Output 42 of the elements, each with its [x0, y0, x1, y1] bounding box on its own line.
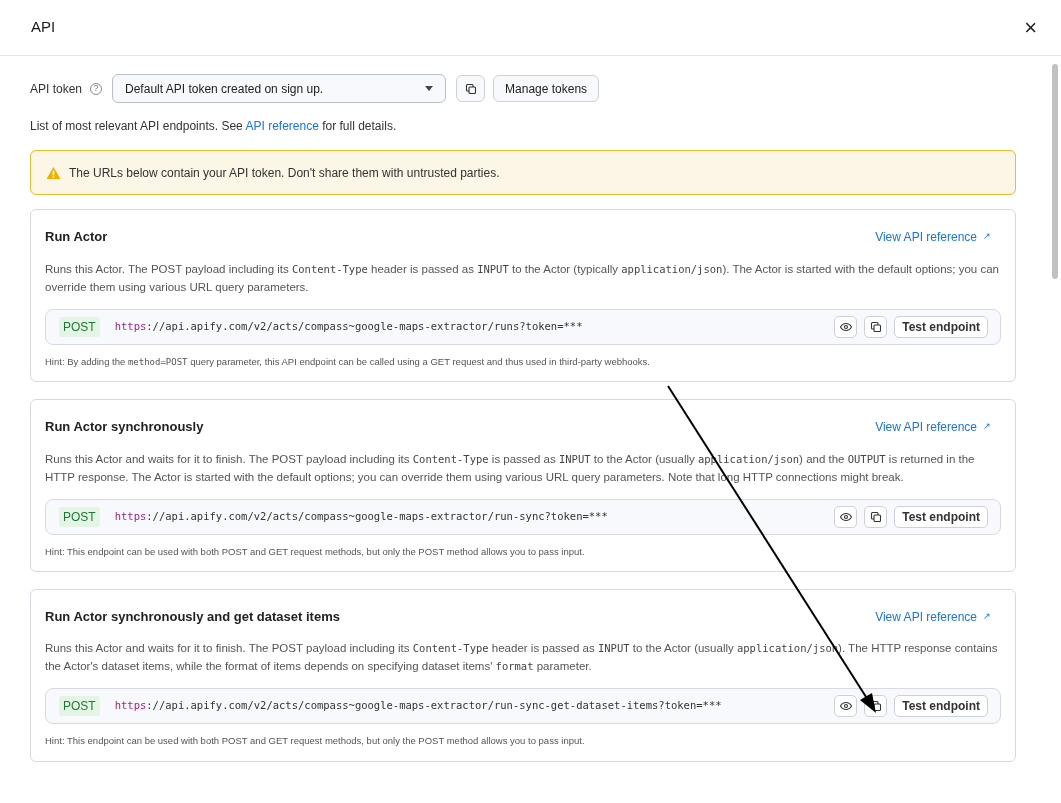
endpoint-title: Run Actor synchronously and get dataset items [45, 607, 340, 626]
test-endpoint-button[interactable]: Test endpoint [894, 505, 988, 528]
intro-text: List of most relevant API endpoints. See API reference for full details. [30, 118, 398, 135]
endpoint-hint: Hint: By adding the method=POST query parameter, this API endpoint can be called using a GET request and thus used in third-party webhooks. [45, 354, 651, 369]
show-token-button[interactable] [834, 505, 858, 528]
endpoint-hint: Hint: This endpoint can be used with both POST and GET request methods, but only the POST method allows you to pass input. [45, 734, 586, 749]
copy-icon [464, 82, 477, 95]
close-button[interactable]: × [1024, 16, 1037, 39]
endpoint-hint: Hint: This endpoint can be used with both POST and GET request methods, but only the POST method allows you to pass input. [45, 544, 586, 559]
endpoint-url: https://api.apify.com/v2/acts/compass~google-maps-extractor/runs?token=*** [114, 318, 583, 334]
scrollbar-thumb[interactable] [1052, 64, 1058, 279]
show-token-button[interactable] [834, 695, 858, 718]
test-endpoint-button[interactable]: Test endpoint [894, 315, 988, 338]
warning-text: The URLs below contain your API token. Don't share them with untrusted parties. [69, 164, 500, 182]
token-select[interactable]: Default API token created on sign up. [112, 74, 447, 103]
endpoint-url: https://api.apify.com/v2/acts/compass~google-maps-extractor/run-sync?token=*** [114, 508, 608, 524]
token-label: API token [30, 80, 83, 98]
endpoint-description: Runs this Actor. The POST payload including its Content-Type header is passed as INPUT to the Actor (typically application/json). The Actor is started with the default options; you can override them using various URL query parameters. [45, 261, 1000, 295]
copy-icon [869, 510, 882, 523]
endpoint-url: https://api.apify.com/v2/acts/compass~google-maps-extractor/run-sync-get-dataset-items?token=*** [114, 698, 722, 714]
view-api-reference-link[interactable]: View API reference ↗ [875, 227, 991, 246]
copy-icon [869, 320, 882, 333]
api-reference-link[interactable]: API reference [245, 119, 319, 133]
method-badge: POST [59, 506, 100, 527]
view-api-reference-link[interactable]: View API reference ↗ [875, 417, 991, 436]
method-badge: POST [59, 316, 100, 337]
dialog-title: API [31, 17, 56, 38]
endpoint-title: Run Actor synchronously [45, 418, 204, 436]
eye-icon [839, 510, 852, 523]
copy-url-button[interactable] [864, 315, 888, 338]
eye-icon [839, 700, 852, 713]
copy-button[interactable] [456, 75, 486, 102]
manage-tokens-button[interactable]: Manage tokens [493, 75, 600, 102]
copy-url-button[interactable] [864, 505, 888, 528]
warning-icon [46, 165, 61, 180]
view-api-reference-link[interactable]: View API reference ↗ [875, 607, 991, 626]
endpoint-title: Run Actor [45, 228, 108, 246]
test-endpoint-button[interactable]: Test endpoint [894, 695, 988, 718]
eye-icon [839, 320, 852, 333]
caret-icon [425, 86, 434, 91]
method-badge: POST [59, 696, 100, 717]
show-token-button[interactable] [834, 315, 858, 338]
